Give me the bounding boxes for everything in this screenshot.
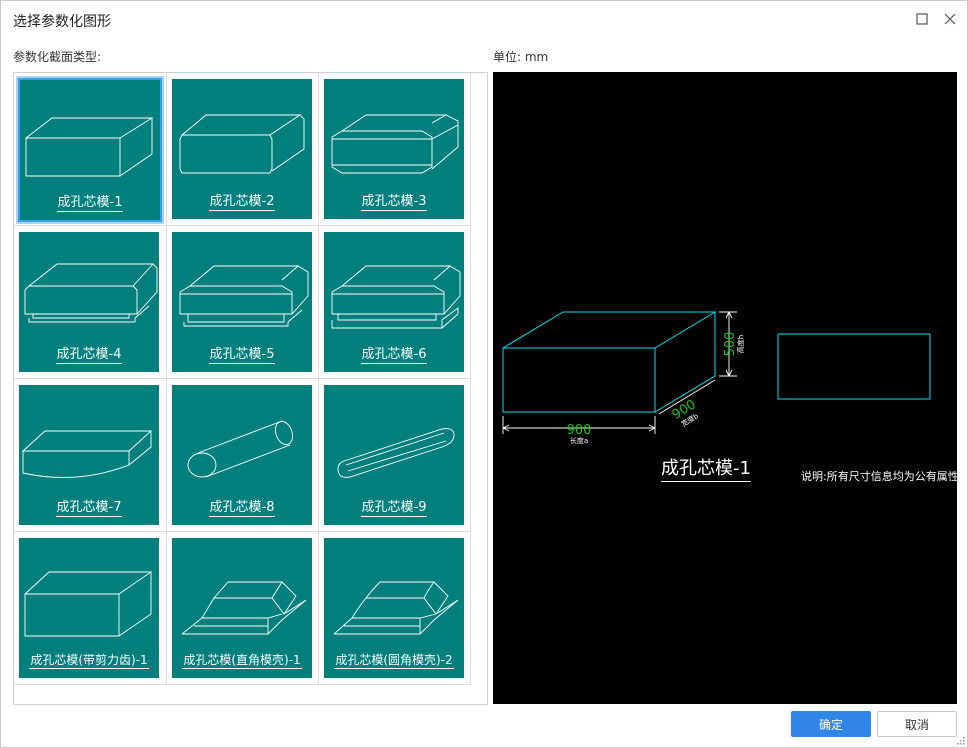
shape-label-text: 成孔芯模(直角模壳)-1 xyxy=(182,653,302,669)
shape-label-text: 成孔芯模(带剪力齿)-1 xyxy=(29,653,149,669)
shape-thumbnail: 成孔芯模(直角模壳)-1 xyxy=(172,538,312,678)
shape-thumbnail: 成孔芯模-6 xyxy=(324,232,464,372)
shape-label: 成孔芯模(带剪力齿)-1 xyxy=(19,651,159,669)
shape-gallery: 成孔芯模-1 成孔芯模-2 成孔芯模-3 成孔芯模-4 成孔芯模-5 成孔芯模-6 成孔芯模… xyxy=(13,72,488,705)
shape-label-text: 成孔芯模-9 xyxy=(360,500,428,517)
shape-thumbnail: 成孔芯模-2 xyxy=(172,79,312,219)
preview-canvas: 900 长度a 500 高度h 900 宽度b 成孔芯模-1 说明:所有尺寸信息… xyxy=(493,72,957,704)
shape-option-8[interactable]: 成孔芯模-8 xyxy=(167,379,319,532)
window-title: 选择参数化图形 xyxy=(13,14,111,30)
dim-height-label: 高度h xyxy=(736,335,745,353)
cancel-button[interactable]: 取消 xyxy=(877,711,957,737)
shape-option-10[interactable]: 成孔芯模(带剪力齿)-1 xyxy=(14,532,167,685)
unit-label: 单位: mm xyxy=(493,50,549,64)
resize-grip-icon[interactable] xyxy=(957,737,965,745)
preview-box-front xyxy=(502,347,656,413)
shape-label-text: 成孔芯模-1 xyxy=(56,195,124,212)
maximize-icon xyxy=(916,13,928,25)
dialog-window: 选择参数化图形 参数化截面类型: 单位: mm 成孔芯模-1 成孔芯模-2 成孔芯模… xyxy=(0,0,968,748)
shape-thumbnail: 成孔芯模-1 xyxy=(18,78,162,222)
shape-label: 成孔芯模-6 xyxy=(324,343,464,364)
shape-label-text: 成孔芯模-2 xyxy=(208,194,276,211)
shape-option-5[interactable]: 成孔芯模-5 xyxy=(167,226,319,379)
section-label: 参数化截面类型: xyxy=(13,50,102,64)
shape-label: 成孔芯模-9 xyxy=(324,496,464,517)
preview-box-side xyxy=(654,312,716,413)
shape-label-text: 成孔芯模-5 xyxy=(208,347,276,364)
shape-option-7[interactable]: 成孔芯模-7 xyxy=(14,379,167,532)
dim-height-value: 500 xyxy=(723,332,738,357)
shape-label: 成孔芯模-1 xyxy=(20,191,160,212)
maximize-button[interactable] xyxy=(910,7,934,31)
preview-note: 说明:所有尺寸信息均为公有属性 xyxy=(801,470,957,483)
ok-button[interactable]: 确定 xyxy=(791,711,871,737)
shape-label: 成孔芯模-2 xyxy=(172,190,312,211)
shape-label-text: 成孔芯模-6 xyxy=(360,347,428,364)
shape-thumbnail: 成孔芯模-9 xyxy=(324,385,464,525)
dim-length-value: 900 xyxy=(567,423,592,438)
dim-length-label: 长度a xyxy=(570,436,588,445)
shape-label-text: 成孔芯模-4 xyxy=(55,347,123,364)
shape-option-2[interactable]: 成孔芯模-2 xyxy=(167,73,319,226)
shape-option-11[interactable]: 成孔芯模(直角模壳)-1 xyxy=(167,532,319,685)
shape-option-4[interactable]: 成孔芯模-4 xyxy=(14,226,167,379)
shape-thumbnail: 成孔芯模(圆角模壳)-2 xyxy=(324,538,464,678)
shape-option-3[interactable]: 成孔芯模-3 xyxy=(319,73,471,226)
shape-option-1[interactable]: 成孔芯模-1 xyxy=(14,73,167,226)
shape-thumbnail: 成孔芯模-4 xyxy=(19,232,159,372)
preview-box-top xyxy=(502,311,717,349)
shape-option-6[interactable]: 成孔芯模-6 xyxy=(319,226,471,379)
close-button[interactable] xyxy=(938,7,962,31)
shape-option-12[interactable]: 成孔芯模(圆角模壳)-2 xyxy=(319,532,471,685)
shape-label: 成孔芯模(圆角模壳)-2 xyxy=(324,651,464,669)
shape-thumbnail: 成孔芯模-8 xyxy=(172,385,312,525)
shape-thumbnail: 成孔芯模(带剪力齿)-1 xyxy=(19,538,159,678)
preview-title: 成孔芯模-1 xyxy=(661,454,751,482)
shape-option-9[interactable]: 成孔芯模-9 xyxy=(319,379,471,532)
shape-label: 成孔芯模-8 xyxy=(172,496,312,517)
shape-label-text: 成孔芯模-3 xyxy=(360,194,428,211)
shape-thumbnail: 成孔芯模-3 xyxy=(324,79,464,219)
preview-drawing: 900 长度a 500 高度h 900 宽度b xyxy=(502,311,931,445)
shape-thumbnail: 成孔芯模-5 xyxy=(172,232,312,372)
shape-label-text: 成孔芯模-8 xyxy=(208,500,276,517)
shape-label-text: 成孔芯模(圆角模壳)-2 xyxy=(334,653,454,669)
shape-grid: 成孔芯模-1 成孔芯模-2 成孔芯模-3 成孔芯模-4 成孔芯模-5 成孔芯模-6 成孔芯模… xyxy=(14,73,471,685)
close-icon xyxy=(944,13,956,25)
preview-section-rect xyxy=(777,333,931,400)
shape-label: 成孔芯模-7 xyxy=(19,496,159,517)
shape-label-text: 成孔芯模-7 xyxy=(55,500,123,517)
shape-label: 成孔芯模-5 xyxy=(172,343,312,364)
shape-thumbnail: 成孔芯模-7 xyxy=(19,385,159,525)
shape-label: 成孔芯模-4 xyxy=(19,343,159,364)
shape-label: 成孔芯模(直角模壳)-1 xyxy=(172,651,312,669)
shape-label: 成孔芯模-3 xyxy=(324,190,464,211)
